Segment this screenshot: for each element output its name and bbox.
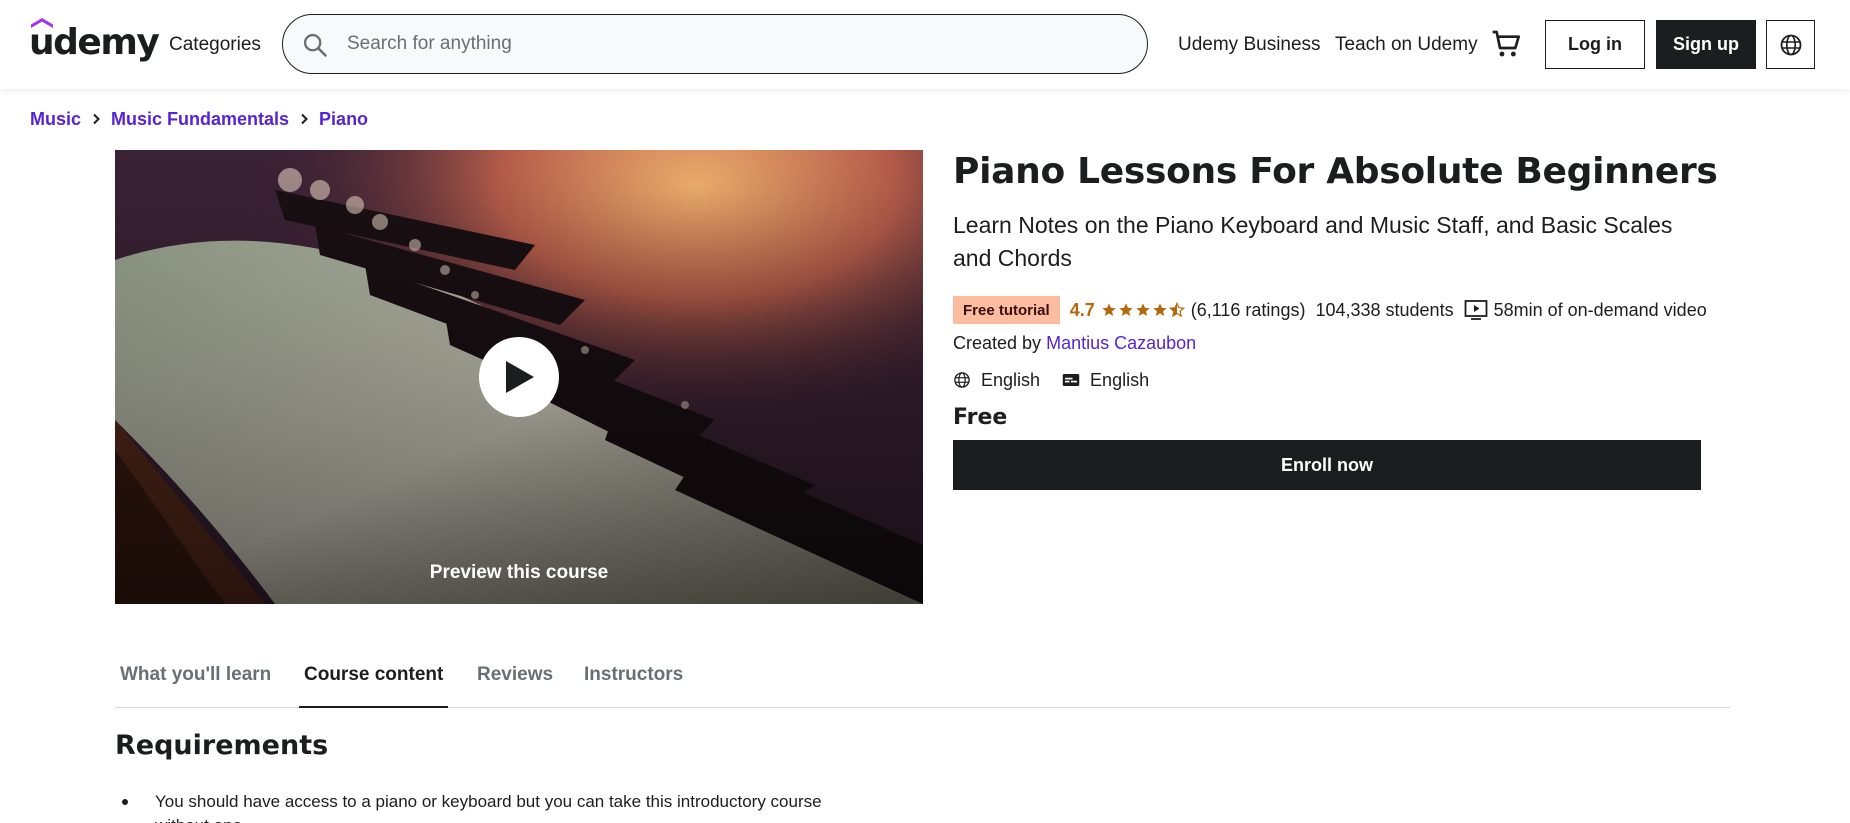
breadcrumb-music-fundamentals[interactable]: Music Fundamentals — [111, 109, 289, 130]
top-navbar: udemy Categories Udemy Business Teach on… — [0, 0, 1850, 89]
rating-value: 4.7 — [1069, 299, 1095, 320]
preview-course-label[interactable]: Preview this course — [115, 562, 923, 584]
language-label: English — [981, 369, 1041, 390]
created-by-label: Created by — [953, 333, 1042, 353]
play-button[interactable] — [479, 337, 559, 417]
categories-menu[interactable]: Categories — [169, 0, 261, 89]
list-item: You should have access to a piano or key… — [115, 790, 855, 823]
tab-course-content[interactable]: Course content — [299, 650, 449, 708]
course-preview-video[interactable]: Preview this course — [115, 150, 923, 604]
course-captions: English — [1062, 370, 1149, 391]
play-icon — [506, 361, 534, 393]
logo-hat-icon — [31, 18, 53, 28]
globe-icon — [1780, 34, 1801, 55]
star-half-icon — [1168, 302, 1185, 318]
ratings-count[interactable]: (6,116 ratings) — [1191, 300, 1306, 321]
globe-icon — [954, 372, 970, 388]
course-language: English — [953, 370, 1040, 391]
breadcrumb: Music Music Fundamentals Piano — [30, 108, 368, 130]
enroll-now-button[interactable]: Enroll now — [953, 440, 1701, 490]
search-icon[interactable] — [301, 31, 329, 59]
course-subtitle: Learn Notes on the Piano Keyboard and Mu… — [953, 212, 1673, 271]
signup-button[interactable]: Sign up — [1656, 20, 1756, 69]
tab-reviews[interactable]: Reviews — [477, 650, 553, 708]
cart-icon[interactable] — [1490, 28, 1522, 60]
tab-instructors[interactable]: Instructors — [584, 650, 683, 708]
teach-on-udemy-link[interactable]: Teach on Udemy — [1335, 0, 1478, 89]
video-icon — [1464, 300, 1487, 320]
udemy-logo[interactable]: udemy — [29, 18, 160, 66]
students-count: 104,338 students — [1315, 299, 1454, 320]
instructor-link[interactable]: Mantius Cazaubon — [1046, 333, 1196, 353]
login-button[interactable]: Log in — [1545, 20, 1645, 69]
chevron-right-icon — [289, 113, 319, 125]
star-full-icon — [1119, 303, 1133, 316]
free-tutorial-badge: Free tutorial — [953, 296, 1060, 324]
udemy-business-link[interactable]: Udemy Business — [1178, 0, 1321, 89]
requirements-heading: Requirements — [115, 730, 329, 761]
video-length: 58min of on-demand video — [1493, 299, 1707, 320]
breadcrumb-music[interactable]: Music — [30, 109, 81, 130]
course-title: Piano Lessons For Absolute Beginners — [953, 151, 1718, 192]
captions-label: English — [1090, 369, 1150, 390]
search-bar — [282, 14, 1148, 74]
language-row: English English — [953, 367, 1149, 393]
star-full-icon — [1136, 303, 1150, 316]
breadcrumb-piano[interactable]: Piano — [319, 109, 368, 130]
captions-icon — [1062, 374, 1080, 386]
scrollbar-track[interactable] — [1832, 0, 1850, 89]
requirements-list: You should have access to a piano or key… — [115, 790, 855, 823]
created-by: Created by Mantius Cazaubon — [953, 333, 1196, 354]
star-rating — [1101, 302, 1185, 318]
star-full-icon — [1153, 303, 1167, 316]
tab-what-youll-learn[interactable]: What you'll learn — [120, 650, 271, 708]
chevron-right-icon — [81, 113, 111, 125]
course-meta-row: Free tutorial 4.7 (6,116 ratings) 104,33… — [953, 295, 1707, 325]
language-button[interactable] — [1766, 20, 1815, 69]
search-input[interactable] — [347, 15, 1127, 73]
course-price: Free — [953, 405, 1008, 430]
course-tabs: What you'll learn Course content Reviews… — [115, 650, 1730, 708]
star-full-icon — [1102, 303, 1116, 316]
